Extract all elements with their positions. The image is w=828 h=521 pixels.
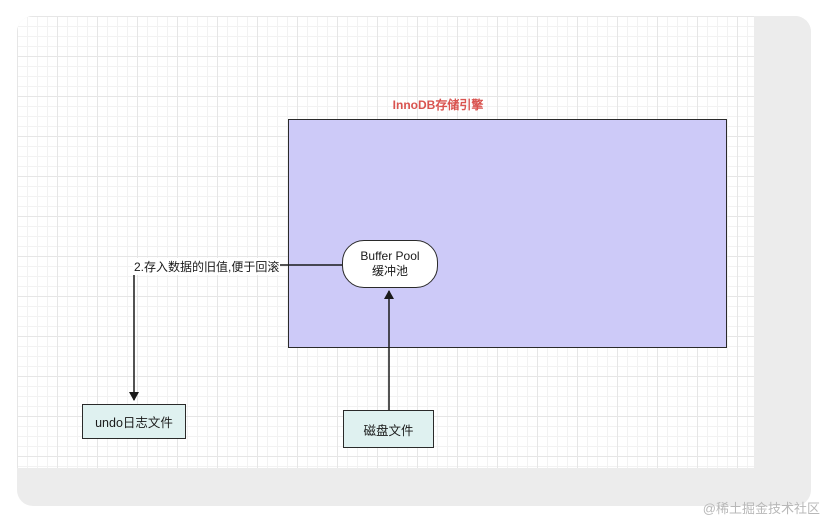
undo-log-node[interactable]: undo日志文件 [82,404,186,439]
buffer-pool-label: Buffer Pool [360,249,420,263]
disk-file-label: 磁盘文件 [363,423,414,438]
watermark: @稀土掘金技术社区 [702,501,820,516]
disk-file-node[interactable]: 磁盘文件 [343,410,434,448]
buffer-pool-node[interactable]: Buffer Pool 缓冲池 [342,240,438,288]
buffer-pool-sublabel: 缓冲池 [371,264,408,278]
edge-label-undo: 2.存入数据的旧值,便于回滚 [133,258,281,275]
edge-bufferpool-to-undo [129,264,342,401]
undo-log-label: undo日志文件 [95,416,173,430]
